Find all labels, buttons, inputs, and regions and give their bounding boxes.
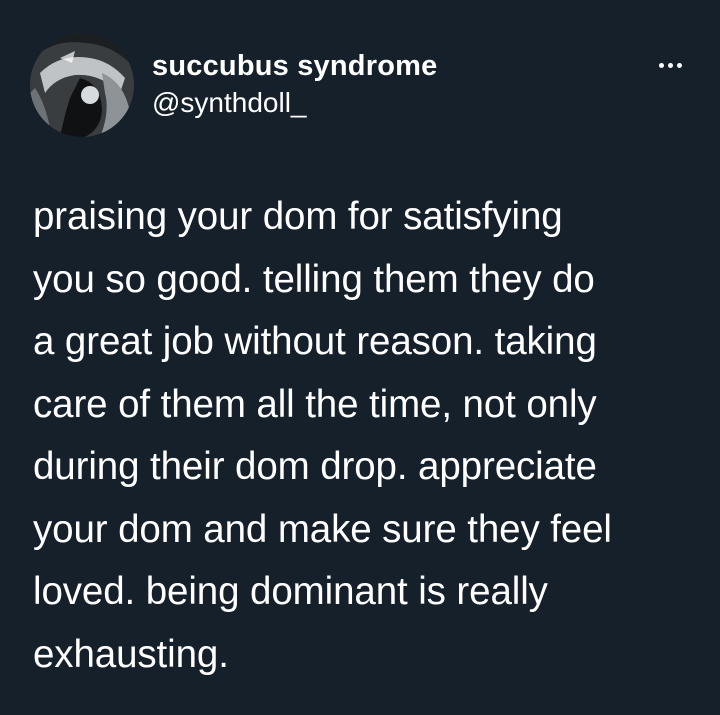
tweet-text-line: praising your dom for satisfying: [33, 195, 563, 238]
avatar-image-icon: [30, 33, 134, 137]
avatar[interactable]: [30, 33, 134, 137]
tweet-text-line: a great job without reason. taking: [33, 320, 597, 363]
tweet-text-line: loved. being dominant is really: [33, 570, 548, 613]
more-options-dot-icon: [676, 62, 682, 68]
tweet-text-line: you so good. telling them they do: [33, 257, 595, 301]
tweet-text-line: care of them all the time, not only: [33, 382, 597, 426]
display-name[interactable]: succubus syndrome: [152, 50, 437, 83]
more-options-dot-icon: [658, 62, 664, 68]
more-options-dot-icon: [667, 62, 673, 68]
user-handle[interactable]: @synthdoll_: [152, 87, 307, 119]
tweet-text-line: exhausting.: [33, 632, 229, 676]
tweet-text-line: during their dom drop. appreciate: [33, 445, 597, 488]
tweet-text: praising your dom for satisfying you so …: [33, 186, 693, 686]
more-options-button[interactable]: [650, 52, 690, 78]
tweet-text-line: your dom and make sure they feel: [33, 507, 612, 551]
tweet-card: succubus syndrome @synthdoll_ praising y…: [0, 0, 720, 715]
